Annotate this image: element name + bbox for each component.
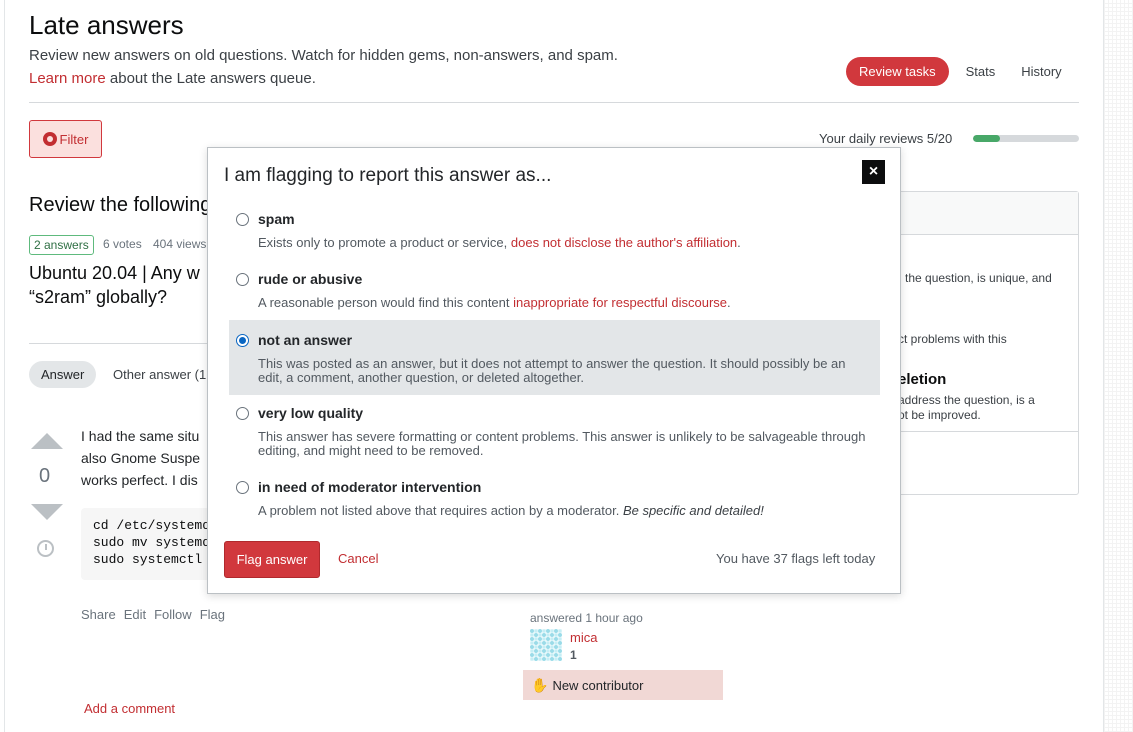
question-divider <box>29 343 209 344</box>
flag-dialog-title: I am flagging to report this answer as..… <box>224 165 552 186</box>
flag-option-desc-end: . <box>727 295 731 310</box>
daily-reviews-progress <box>973 135 1079 142</box>
flag-option-desc-end: . <box>737 235 741 250</box>
filter-button[interactable]: Filter <box>29 120 102 158</box>
guidance-text: ct problems with this <box>898 332 1007 346</box>
flag-dialog: I am flagging to report this answer as..… <box>207 147 901 594</box>
question-votes: 6 votes <box>103 237 142 251</box>
avatar[interactable] <box>530 629 562 661</box>
flag-option-desc-text: A reasonable person would find this cont… <box>258 295 514 310</box>
user-reputation: 1 <box>570 648 577 662</box>
radio-spam[interactable] <box>236 213 249 226</box>
answer-code-block: cd /etc/systemd sudo mv systemd sudo sys… <box>81 508 221 580</box>
flag-option-spam[interactable]: spam Exists only to promote a product or… <box>229 208 880 258</box>
post-menu: Share Edit Follow Flag <box>81 607 225 622</box>
question-views: 404 views <box>153 237 207 251</box>
page-subtitle: Review new answers on old questions. Wat… <box>29 47 618 64</box>
guidance-text: the question, is unique, and <box>905 271 1052 285</box>
add-comment-link[interactable]: Add a comment <box>84 701 175 716</box>
guidance-text-line: ot be improved. <box>898 408 981 422</box>
user-name-link[interactable]: mica <box>570 630 597 645</box>
edit-link[interactable]: Edit <box>124 607 146 622</box>
review-guidance-card-header <box>881 192 1078 235</box>
flag-option-rude[interactable]: rude or abusive A reasonable person woul… <box>229 268 880 318</box>
answer-body-line: also Gnome Suspe <box>81 450 201 466</box>
flag-option-desc-text: A problem not listed above that requires… <box>258 503 623 518</box>
gear-icon <box>42 132 57 146</box>
guidance-divider <box>880 431 1079 432</box>
wave-hand-icon: ✋ <box>531 676 549 693</box>
flag-option-description: This answer has severe formatting or con… <box>258 429 866 458</box>
page-border-left <box>4 0 5 732</box>
flag-option-not-an-answer[interactable]: not an answer This was posted as an answ… <box>229 320 880 395</box>
answer-body-line: I had the same situ <box>81 428 200 444</box>
close-icon[interactable]: × <box>862 160 885 184</box>
flag-option-description: This was posted as an answer, but it doe… <box>258 356 846 385</box>
daily-reviews-progress-fill <box>973 135 1000 142</box>
upvote-arrow-icon[interactable] <box>31 433 63 449</box>
history-icon[interactable] <box>37 540 54 557</box>
radio-not-an-answer[interactable] <box>236 334 249 347</box>
answer-body-line: works perfect. I dis <box>81 472 198 488</box>
flag-option-desc-emphasis: Be specific and detailed! <box>622 503 764 518</box>
flag-option-label: not an answer <box>258 332 353 348</box>
guidance-text: address the question, is a ot be improve… <box>898 393 1035 423</box>
flag-option-desc-link[interactable]: inappropriate for respectful discourse <box>513 295 727 310</box>
learn-more-link[interactable]: Learn more <box>29 70 106 87</box>
flag-answer-button[interactable]: Flag answer <box>224 541 320 578</box>
radio-very-low-quality[interactable] <box>236 407 249 420</box>
flag-option-desc-link[interactable]: does not disclose the author's affiliati… <box>511 235 737 250</box>
answer-body: I had the same situ also Gnome Suspe wor… <box>81 425 211 491</box>
review-heading: Review the following <box>29 194 212 216</box>
header-divider <box>29 102 1079 103</box>
flag-option-description: A reasonable person would find this cont… <box>258 296 868 310</box>
downvote-arrow-icon[interactable] <box>31 504 63 520</box>
flag-option-description: Exists only to promote a product or serv… <box>258 236 868 250</box>
follow-link[interactable]: Follow <box>154 607 192 622</box>
flag-option-label: rude or abusive <box>258 271 363 287</box>
answers-count-badge: 2 answers <box>29 235 94 255</box>
flag-option-moderator[interactable]: in need of moderator intervention A prob… <box>229 479 880 524</box>
flag-option-desc-text: Exists only to promote a product or serv… <box>258 235 511 250</box>
new-contributor-label: New contributor <box>552 677 644 693</box>
new-contributor-banner[interactable]: ✋ New contributor <box>523 670 723 700</box>
flag-option-label: very low quality <box>258 405 364 421</box>
page-title: Late answers <box>29 10 184 40</box>
filter-label: Filter <box>59 131 89 147</box>
flag-option-label: in need of moderator intervention <box>258 479 482 495</box>
tab-stats[interactable]: Stats <box>957 57 1005 86</box>
tab-other-answer[interactable]: Other answer (1 <box>113 367 206 382</box>
tab-history[interactable]: History <box>1012 57 1070 86</box>
review-nav-tabs: Review tasks Stats History <box>846 57 1071 86</box>
flag-link[interactable]: Flag <box>200 607 225 622</box>
learn-more-line: Learn more about the Late answers queue. <box>29 70 316 87</box>
page-gutter <box>1104 0 1133 732</box>
tab-review-tasks[interactable]: Review tasks <box>846 57 949 86</box>
answered-time: answered 1 hour ago <box>530 611 643 625</box>
daily-reviews-label: Your daily reviews 5/20 <box>819 131 953 146</box>
radio-rude[interactable] <box>236 273 249 286</box>
question-title[interactable]: Ubuntu 20.04 | Any w “s2ram” globally? <box>29 261 219 309</box>
flag-option-very-low-quality[interactable]: very low quality This answer has severe … <box>229 405 880 465</box>
tab-answer[interactable]: Answer <box>29 361 97 388</box>
guidance-text-line: address the question, is a <box>898 393 1035 407</box>
cancel-button[interactable]: Cancel <box>338 551 378 566</box>
learn-more-suffix: about the Late answers queue. <box>105 70 316 87</box>
flags-left-text: You have 37 flags left today <box>716 551 876 566</box>
vote-count: 0 <box>39 465 51 487</box>
flag-option-description: A problem not listed above that requires… <box>258 504 868 518</box>
radio-moderator[interactable] <box>236 481 249 494</box>
flag-option-label: spam <box>258 211 295 227</box>
guidance-heading: eletion <box>898 371 947 388</box>
share-link[interactable]: Share <box>81 607 116 622</box>
